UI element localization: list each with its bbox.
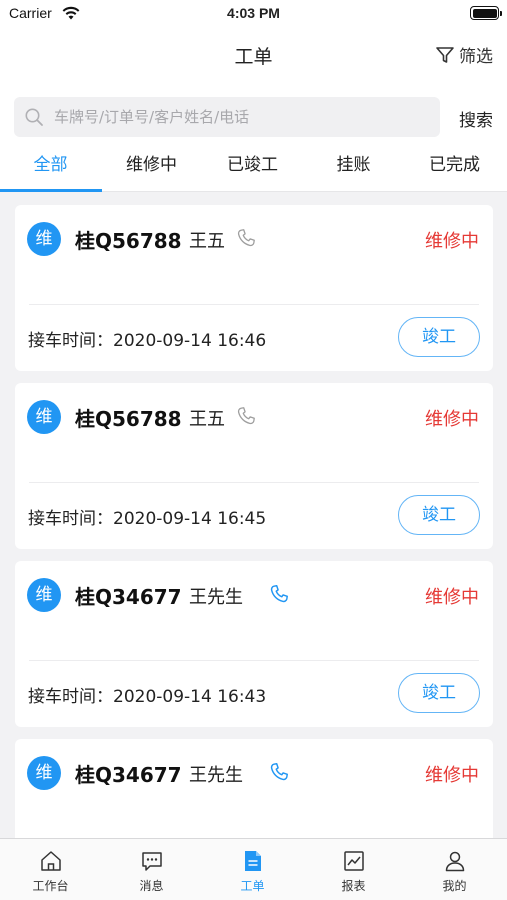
plate-number: 桂Q56788 [75, 229, 182, 253]
search-input[interactable] [54, 108, 414, 126]
status-bar: Carrier 4:03 PM [0, 0, 507, 28]
customer-name: 王五 [189, 231, 225, 252]
tab-all[interactable]: 全部 [0, 144, 101, 192]
complete-button[interactable]: 竣工 [398, 317, 480, 357]
status-label: 维修中 [425, 231, 479, 252]
navigation-bar: 工单 筛选 [0, 28, 507, 82]
phone-icon[interactable] [268, 583, 290, 605]
tab-on-account[interactable]: 挂账 [303, 144, 404, 192]
tabbar-label: 工作台 [32, 879, 69, 893]
repair-badge: 维 [27, 756, 61, 790]
tab-completed-work[interactable]: 已竣工 [202, 144, 303, 192]
page-title: 工单 [234, 46, 273, 68]
status-label: 维修中 [425, 409, 479, 430]
pickup-time: 接车时间：2020-09-14 16:43 [28, 687, 267, 707]
document-icon [245, 851, 261, 871]
card-divider [29, 660, 479, 661]
plate-number: 桂Q56788 [75, 407, 182, 431]
active-tab-indicator [0, 189, 102, 192]
repair-badge: 维 [27, 222, 61, 256]
customer-name: 王先生 [189, 765, 243, 786]
phone-icon[interactable] [235, 405, 257, 427]
card-divider [29, 304, 479, 305]
phone-icon[interactable] [268, 761, 290, 783]
search-row: 搜索 [0, 82, 507, 144]
tabbar-item-messages[interactable]: 消息 [101, 839, 202, 900]
filter-label: 筛选 [459, 47, 493, 67]
card-divider [29, 482, 479, 483]
order-card[interactable]: 维 桂Q34677 王先生 维修中 接车时间：2020-09-14 16:43 … [15, 561, 493, 727]
customer-name: 王先生 [189, 587, 243, 608]
repair-badge: 维 [27, 400, 61, 434]
status-tabs: 全部 维修中 已竣工 挂账 已完成 [0, 144, 507, 192]
pickup-time: 接车时间：2020-09-14 16:45 [28, 509, 267, 529]
battery-icon [470, 6, 502, 20]
chart-icon [344, 851, 364, 871]
plate-number: 桂Q34677 [75, 763, 182, 787]
order-card[interactable]: 维 桂Q34677 王先生 维修中 [15, 739, 493, 849]
order-card[interactable]: 维 桂Q56788 王五 维修中 接车时间：2020-09-14 16:45 竣… [15, 383, 493, 549]
status-label: 维修中 [425, 765, 479, 786]
search-box[interactable] [14, 97, 440, 137]
filter-button[interactable]: 筛选 [435, 42, 493, 67]
search-icon [25, 108, 43, 126]
tabbar-label: 工单 [240, 879, 265, 893]
tab-in-repair[interactable]: 维修中 [101, 144, 202, 192]
clock: 4:03 PM [227, 5, 280, 21]
message-icon [142, 852, 162, 871]
order-card[interactable]: 维 桂Q56788 王五 维修中 接车时间：2020-09-14 16:46 竣… [15, 205, 493, 371]
tabbar-item-workbench[interactable]: 工作台 [0, 839, 101, 900]
tabbar-item-profile[interactable]: 我的 [404, 839, 505, 900]
tabbar-label: 报表 [341, 879, 366, 893]
tabbar-label: 消息 [139, 879, 164, 893]
plate-number: 桂Q34677 [75, 585, 182, 609]
tab-finished[interactable]: 已完成 [404, 144, 505, 192]
search-button[interactable]: 搜索 [459, 106, 493, 131]
repair-badge: 维 [27, 578, 61, 612]
phone-icon[interactable] [235, 227, 257, 249]
user-icon [445, 851, 465, 872]
bottom-tab-bar: 工作台 消息 工单 报表 我的 [0, 838, 507, 900]
tabbar-item-work-orders[interactable]: 工单 [202, 839, 303, 900]
customer-name: 王五 [189, 409, 225, 430]
funnel-icon [436, 46, 454, 63]
home-icon [41, 851, 61, 871]
complete-button[interactable]: 竣工 [398, 495, 480, 535]
tabbar-item-reports[interactable]: 报表 [303, 839, 404, 900]
status-label: 维修中 [425, 587, 479, 608]
complete-button[interactable]: 竣工 [398, 673, 480, 713]
tabbar-label: 我的 [442, 879, 467, 893]
pickup-time: 接车时间：2020-09-14 16:46 [28, 331, 267, 351]
